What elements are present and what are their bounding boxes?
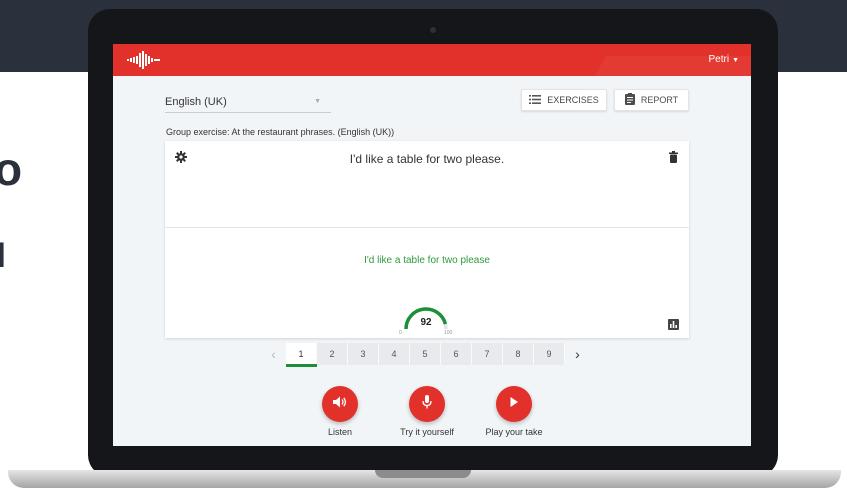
language-select[interactable]: English (UK) ▼: [165, 96, 331, 113]
soundwave-icon[interactable]: [127, 51, 161, 74]
language-select-value: English (UK): [165, 96, 227, 108]
page-item[interactable]: 9: [534, 343, 565, 365]
target-sentence: I'd like a table for two please.: [349, 152, 505, 166]
play-action: Play your take: [474, 386, 554, 437]
listen-label: Listen: [327, 427, 353, 437]
page-item[interactable]: 7: [472, 343, 503, 365]
chevron-right-icon[interactable]: ›: [565, 346, 590, 362]
app-screen: Petri ▼ English (UK) ▼ EXERCISES REPORT G…: [113, 44, 751, 446]
microphone-icon: [422, 394, 432, 414]
play-label: Play your take: [485, 427, 543, 437]
page-item[interactable]: 3: [348, 343, 379, 365]
exercise-card: I'd like a table for two please. I'd lik…: [165, 141, 689, 338]
trash-icon[interactable]: [669, 150, 678, 168]
action-bar: Listen Try it yourself Play your take: [113, 386, 751, 446]
laptop-camera: [430, 27, 436, 33]
card-divider: [165, 227, 689, 228]
score-gauge: 92 0 100: [398, 299, 454, 339]
laptop-notch: [375, 470, 471, 478]
score-value: 92: [420, 317, 432, 328]
page-item[interactable]: 8: [503, 343, 534, 365]
page-item[interactable]: 6: [441, 343, 472, 365]
try-action: Try it yourself: [387, 386, 467, 437]
page-item[interactable]: 4: [379, 343, 410, 365]
exercise-pager: ‹ 123456789 ›: [261, 343, 590, 367]
speaker-icon: [333, 395, 347, 413]
page-item[interactable]: 2: [317, 343, 348, 365]
background-text-fragment: o: [0, 143, 23, 195]
exercise-group-title: Group exercise: At the restaurant phrase…: [166, 127, 395, 137]
listen-action: Listen: [300, 386, 380, 437]
bar-chart-icon[interactable]: [668, 317, 679, 335]
record-button[interactable]: [409, 386, 445, 422]
play-button[interactable]: [496, 386, 532, 422]
page-item[interactable]: 5: [410, 343, 441, 365]
play-icon: [509, 395, 519, 413]
gauge-min: 0: [399, 330, 402, 336]
chevron-left-icon[interactable]: ‹: [261, 346, 286, 362]
background-text-fragment: ı: [0, 225, 7, 277]
recognized-sentence: I'd like a table for two please: [364, 255, 490, 266]
page-item[interactable]: 1: [286, 343, 317, 367]
gauge-max: 100: [444, 330, 453, 336]
listen-button[interactable]: [322, 386, 358, 422]
dropdown-arrow-icon: ▼: [314, 98, 321, 105]
list-icon: [529, 94, 547, 106]
page-list: 123456789: [286, 343, 565, 367]
try-label: Try it yourself: [400, 427, 454, 437]
